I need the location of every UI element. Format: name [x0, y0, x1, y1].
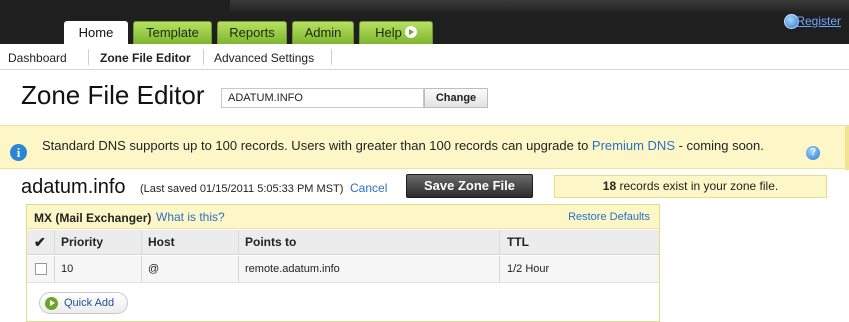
tab-admin[interactable]: Admin — [292, 21, 354, 44]
save-zone-file-button[interactable]: Save Zone File — [406, 174, 533, 198]
subnav-divider — [88, 49, 89, 65]
sub-nav: Dashboard Zone File Editor Advanced Sett… — [0, 44, 849, 70]
subnav-divider — [203, 49, 204, 65]
records-count-box: 18 records exist in your zone file. — [554, 175, 827, 198]
table-row[interactable]: 10 @ remote.adatum.info 1/2 Hour — [27, 256, 659, 283]
restore-defaults-link[interactable]: Restore Defaults — [568, 211, 650, 223]
banner-edge — [845, 126, 849, 170]
domain-field[interactable] — [221, 88, 424, 108]
premium-dns-link[interactable]: Premium DNS — [592, 138, 675, 153]
page-title: Zone File Editor — [21, 80, 205, 110]
last-saved-text: (Last saved 01/15/2011 5:05:33 PM MST) — [140, 183, 344, 195]
subnav-item-dashboard[interactable]: Dashboard — [8, 51, 67, 65]
column-divider — [499, 256, 500, 282]
info-icon: i — [10, 144, 27, 161]
cell-ttl: 1/2 Hour — [507, 263, 550, 275]
play-arrow-icon — [45, 297, 58, 310]
records-count: 18 — [602, 179, 617, 193]
subnav-item-advanced-settings[interactable]: Advanced Settings — [214, 51, 314, 65]
banner-suffix: - coming soon. — [675, 138, 764, 153]
tab-admin-label: Admin — [304, 25, 342, 40]
table-header-row: ✔ Priority Host Points to TTL — [27, 230, 659, 255]
tab-reports-label: Reports — [229, 25, 275, 40]
row-checkbox[interactable] — [35, 263, 47, 275]
column-divider — [141, 230, 142, 254]
cell-host: @ — [148, 263, 160, 275]
tab-help[interactable]: Help — [359, 21, 433, 44]
tab-template[interactable]: Template — [133, 21, 212, 44]
banner-message: Standard DNS supports up to 100 records.… — [42, 137, 782, 154]
help-icon[interactable]: ? — [806, 146, 820, 160]
cell-points-to: remote.adatum.info — [245, 263, 340, 275]
records-text: records exist in your zone file. — [616, 179, 779, 193]
what-is-this-link[interactable]: What is this? — [156, 210, 225, 224]
column-divider — [499, 230, 500, 254]
column-divider — [54, 256, 55, 282]
change-button[interactable]: Change — [424, 88, 488, 108]
select-all-checkmark-icon[interactable]: ✔ — [34, 230, 46, 254]
column-header-host[interactable]: Host — [148, 230, 175, 254]
tab-reports[interactable]: Reports — [217, 21, 287, 44]
column-header-priority[interactable]: Priority — [61, 230, 103, 254]
subnav-divider — [331, 49, 332, 65]
domain-name: adatum.info — [21, 176, 126, 198]
mx-records-panel: MX (Mail Exchanger) What is this? Restor… — [26, 204, 660, 322]
tab-help-label: Help — [375, 25, 402, 40]
column-header-points-to[interactable]: Points to — [245, 230, 296, 254]
column-divider — [54, 230, 55, 254]
tab-template-label: Template — [146, 25, 199, 40]
tab-home-label: Home — [78, 25, 114, 40]
column-divider — [141, 256, 142, 282]
cancel-link[interactable]: Cancel — [350, 181, 387, 195]
tab-home[interactable]: Home — [64, 21, 128, 45]
top-nav-highlight — [230, 0, 849, 14]
column-divider — [238, 256, 239, 282]
mx-panel-title: MX (Mail Exchanger) — [34, 211, 152, 225]
banner-text: Standard DNS supports up to 100 records.… — [42, 138, 592, 153]
register-link[interactable]: Register — [796, 14, 841, 28]
subnav-item-zone-file-editor[interactable]: Zone File Editor — [100, 51, 191, 65]
cell-priority: 10 — [61, 263, 74, 275]
quick-add-button[interactable]: Quick Add — [39, 292, 128, 314]
column-header-ttl[interactable]: TTL — [507, 230, 529, 254]
play-arrow-icon — [404, 26, 417, 38]
column-divider — [238, 230, 239, 254]
mx-panel-header: MX (Mail Exchanger) What is this? Restor… — [27, 205, 659, 229]
quick-add-label: Quick Add — [64, 297, 115, 309]
info-banner: i Standard DNS supports up to 100 record… — [0, 125, 849, 170]
